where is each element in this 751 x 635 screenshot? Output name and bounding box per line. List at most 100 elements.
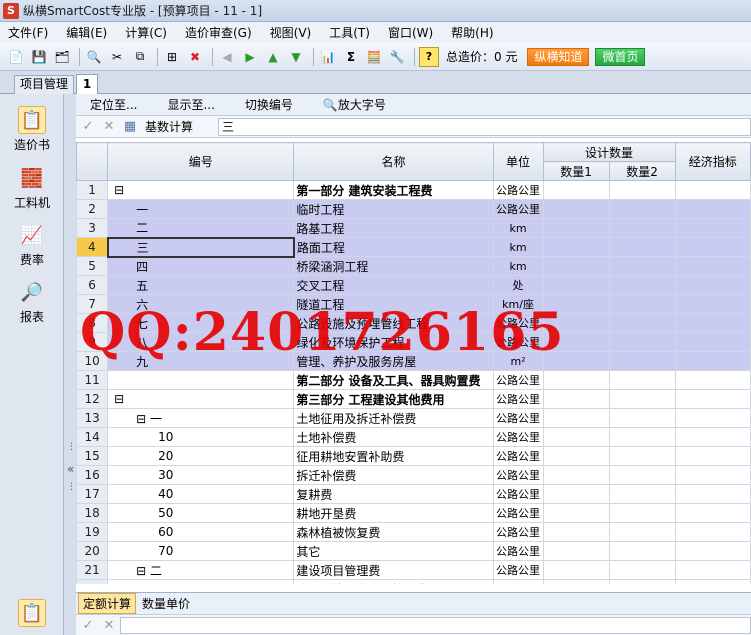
row-number[interactable]: 17: [76, 484, 109, 504]
table-row[interactable]: 20 70 其它 公路公里: [76, 541, 751, 561]
calculator-icon[interactable]: 🧮: [364, 47, 384, 67]
name-cell[interactable]: 其它: [293, 541, 494, 561]
unit-cell[interactable]: 公路公里: [492, 332, 544, 352]
qty1-cell[interactable]: [542, 446, 610, 466]
name-cell[interactable]: 路面工程: [293, 237, 494, 257]
econ-cell[interactable]: [674, 332, 751, 352]
unit-cell[interactable]: 公路公里: [492, 199, 544, 219]
table-row[interactable]: 19 60 森林植被恢复费 公路公里: [76, 522, 751, 542]
new-file-icon[interactable]: 📄: [6, 47, 26, 67]
econ-cell[interactable]: [674, 389, 751, 409]
name-cell[interactable]: 第二部分 设备及工具、器具购置费: [293, 370, 494, 390]
qty2-cell[interactable]: [608, 579, 676, 584]
code-cell[interactable]: ⊟ 二: [107, 560, 295, 580]
name-cell[interactable]: 耕地开垦费: [293, 503, 494, 523]
unit-cell[interactable]: 公路公里: [492, 313, 544, 333]
table-row[interactable]: 10 九管理、养护及服务房屋 m²: [76, 351, 751, 371]
arrow-left-icon[interactable]: ◀: [217, 47, 237, 67]
qty1-cell[interactable]: [542, 256, 610, 276]
confirm-icon[interactable]: ✓: [79, 119, 97, 134]
name-cell[interactable]: 拆迁补偿费: [293, 465, 494, 485]
econ-cell[interactable]: [674, 218, 751, 238]
unit-cell[interactable]: 公路公里: [492, 427, 544, 447]
qty2-cell[interactable]: [608, 351, 676, 371]
unit-cell[interactable]: km: [492, 218, 544, 238]
table-row[interactable]: 5 四桥梁涵洞工程 km: [76, 256, 751, 276]
menu-file[interactable]: 文件(F): [0, 24, 58, 41]
cancel-icon[interactable]: ✕: [100, 618, 118, 633]
qty1-cell[interactable]: [542, 275, 610, 295]
unit-cell[interactable]: km/座: [492, 294, 544, 314]
qty1-cell[interactable]: [542, 237, 610, 257]
qty1-cell[interactable]: [542, 389, 610, 409]
qty2-cell[interactable]: [608, 465, 676, 485]
econ-cell[interactable]: [674, 484, 751, 504]
preview-icon[interactable]: 🔍: [84, 47, 104, 67]
row-number[interactable]: 11: [76, 370, 109, 390]
nav-reports[interactable]: 🔎 报表: [4, 278, 60, 325]
qty1-cell[interactable]: [542, 294, 610, 314]
econ-cell[interactable]: [674, 294, 751, 314]
econ-cell[interactable]: [674, 560, 751, 580]
econ-cell[interactable]: [674, 427, 751, 447]
name-cell[interactable]: 隧道工程: [293, 294, 494, 314]
unit-cell[interactable]: 公路公里: [492, 389, 544, 409]
insert-row-icon[interactable]: ⊞: [162, 47, 182, 67]
row-number[interactable]: 19: [76, 522, 109, 542]
qty2-cell[interactable]: [608, 427, 676, 447]
qty1-cell[interactable]: [542, 484, 610, 504]
econ-cell[interactable]: [674, 579, 751, 584]
qty2-cell[interactable]: [608, 275, 676, 295]
table-row[interactable]: 16 30 拆迁补偿费 公路公里: [76, 465, 751, 485]
code-cell[interactable]: 七: [107, 313, 295, 333]
econ-cell[interactable]: [674, 465, 751, 485]
panel-splitter[interactable]: ⋮ « ⋮: [64, 94, 76, 635]
name-cell[interactable]: 桥梁涵洞工程: [293, 256, 494, 276]
name-cell[interactable]: 建设项目管理费: [293, 560, 494, 580]
menu-help[interactable]: 帮助(H): [443, 24, 503, 41]
nav-budget-book[interactable]: 📋 造价书: [4, 106, 60, 153]
delete-row-icon[interactable]: ✖: [185, 47, 205, 67]
name-cell[interactable]: 建设单位（业主）管理费: [293, 579, 494, 584]
name-cell[interactable]: 土地征用及拆迁补偿费: [293, 408, 494, 428]
header-econ[interactable]: 经济指标: [674, 142, 751, 181]
qty2-cell[interactable]: [608, 237, 676, 257]
unit-cell[interactable]: 公路公里: [492, 484, 544, 504]
code-cell[interactable]: 三: [106, 236, 295, 258]
qty1-cell[interactable]: [542, 503, 610, 523]
table-row[interactable]: 4 三路面工程 km: [76, 236, 751, 258]
qty1-cell[interactable]: [542, 180, 610, 200]
row-number[interactable]: 16: [76, 465, 109, 485]
name-cell[interactable]: 公路设施及预埋管线工程: [293, 313, 494, 333]
row-number[interactable]: 21: [76, 560, 109, 580]
code-cell[interactable]: 八: [107, 332, 295, 352]
nav-materials[interactable]: 🧱 工料机: [4, 164, 60, 211]
unit-cell[interactable]: km: [492, 256, 544, 276]
unit-cell[interactable]: 公路公里: [492, 522, 544, 542]
table-row[interactable]: 15 20 征用耕地安置补助费 公路公里: [76, 446, 751, 466]
tools-icon[interactable]: 🔧: [387, 47, 407, 67]
unit-cell[interactable]: 公路公里: [492, 408, 544, 428]
copy-icon[interactable]: ⧉: [130, 47, 150, 67]
unit-cell[interactable]: 公路公里: [492, 560, 544, 580]
qty1-cell[interactable]: [542, 560, 610, 580]
table-row[interactable]: 11 第二部分 设备及工具、器具购置费 公路公里: [76, 370, 751, 390]
header-code[interactable]: 编号: [107, 142, 295, 181]
name-cell[interactable]: 土地补偿费: [293, 427, 494, 447]
row-number[interactable]: 6: [76, 275, 109, 295]
row-number[interactable]: 13: [76, 408, 109, 428]
unit-cell[interactable]: 处: [492, 275, 544, 295]
code-cell[interactable]: [107, 579, 295, 584]
menu-view[interactable]: 视图(V): [262, 24, 322, 41]
name-cell[interactable]: 征用耕地安置补助费: [293, 446, 494, 466]
table-row[interactable]: 3 二路基工程 km: [76, 218, 751, 238]
nav-rates[interactable]: 📈 费率: [4, 221, 60, 268]
qty2-cell[interactable]: [608, 389, 676, 409]
row-number[interactable]: 20: [76, 541, 109, 561]
table-row[interactable]: 17 40 复耕费 公路公里: [76, 484, 751, 504]
header-design-qty[interactable]: 设计数量: [542, 142, 676, 162]
row-number[interactable]: 18: [76, 503, 109, 523]
name-cell[interactable]: 森林植被恢复费: [293, 522, 494, 542]
qty2-cell[interactable]: [608, 313, 676, 333]
name-cell[interactable]: 复耕费: [293, 484, 494, 504]
